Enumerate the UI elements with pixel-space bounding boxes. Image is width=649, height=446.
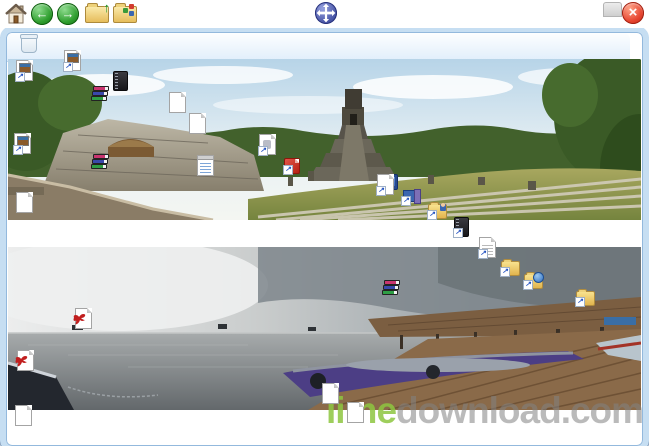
image-shortcut-icon[interactable] — [15, 60, 33, 82]
notepad-icon[interactable] — [197, 155, 214, 176]
up-folder-button[interactable] — [85, 3, 109, 23]
forward-icon — [57, 3, 79, 25]
titlebar — [0, 0, 649, 28]
folder-shortcut-icon[interactable] — [575, 289, 595, 307]
home-icon — [5, 3, 27, 24]
computer-shortcut-icon[interactable] — [401, 189, 421, 206]
shortcut-arrow-overlay — [500, 267, 510, 277]
shortcut-arrow-overlay — [13, 145, 23, 155]
pdf-shortcut-icon[interactable] — [283, 158, 300, 175]
shortcut-arrow-overlay — [15, 72, 25, 82]
globe-shortcut-icon[interactable] — [523, 272, 544, 290]
folder-shortcut-icon[interactable] — [500, 259, 520, 277]
toolbar — [7, 33, 630, 62]
app-window: limedownload.com — [0, 0, 649, 446]
photo-tikal-panorama — [8, 59, 641, 220]
close-button[interactable] — [622, 2, 644, 24]
blank-doc-icon[interactable] — [15, 405, 32, 426]
winrar-icon[interactable] — [91, 86, 109, 102]
blank-doc-icon[interactable] — [347, 402, 364, 423]
shortcut-arrow-overlay — [478, 249, 488, 259]
forward-button[interactable] — [57, 3, 79, 25]
shortcut-arrow-overlay — [575, 297, 585, 307]
folder-up-icon — [85, 3, 109, 23]
image-shortcut-icon[interactable] — [13, 133, 31, 155]
folder-person-shortcut-icon[interactable] — [427, 202, 447, 220]
watermark: limedownload.com — [326, 390, 644, 431]
image-shortcut-icon[interactable] — [63, 50, 81, 72]
blank-doc-icon[interactable] — [322, 383, 339, 404]
watermark-rest-text: download.com — [396, 390, 644, 431]
blank-doc-icon[interactable] — [169, 92, 186, 113]
binder-shortcut-icon[interactable] — [453, 217, 469, 238]
pdf-icon[interactable] — [15, 350, 34, 371]
pdf-icon[interactable] — [73, 308, 92, 329]
file-shortcut-icon[interactable] — [376, 174, 394, 196]
shortcut-arrow-overlay — [427, 210, 437, 220]
shortcut-arrow-overlay — [63, 62, 73, 72]
shortcut-arrow-overlay — [401, 196, 411, 206]
move-icon — [315, 2, 337, 24]
close-icon — [622, 2, 644, 24]
folder-options-button[interactable] — [113, 3, 137, 23]
winrar-icon[interactable] — [91, 154, 109, 170]
dark-archive-icon[interactable] — [113, 71, 128, 91]
shortcut-arrow-overlay — [523, 280, 533, 290]
home-button[interactable] — [4, 3, 28, 28]
shortcut-arrow-overlay — [453, 228, 463, 238]
shortcut-arrow-overlay — [258, 146, 268, 156]
winrar-icon[interactable] — [382, 280, 400, 296]
resize-button[interactable] — [603, 2, 622, 17]
grey-file-shortcut-icon[interactable] — [258, 134, 276, 156]
shortcut-arrow-overlay — [283, 165, 293, 175]
trash-icon[interactable] — [20, 34, 38, 53]
back-button[interactable] — [31, 3, 53, 25]
blank-doc-icon[interactable] — [16, 192, 33, 213]
blank-doc-icon[interactable] — [189, 113, 206, 134]
folder-options-icon — [113, 3, 137, 23]
move-button[interactable] — [315, 2, 337, 24]
back-icon — [31, 3, 53, 25]
shortcut-arrow-overlay — [376, 186, 386, 196]
doc-shortcut-icon[interactable] — [478, 237, 496, 259]
